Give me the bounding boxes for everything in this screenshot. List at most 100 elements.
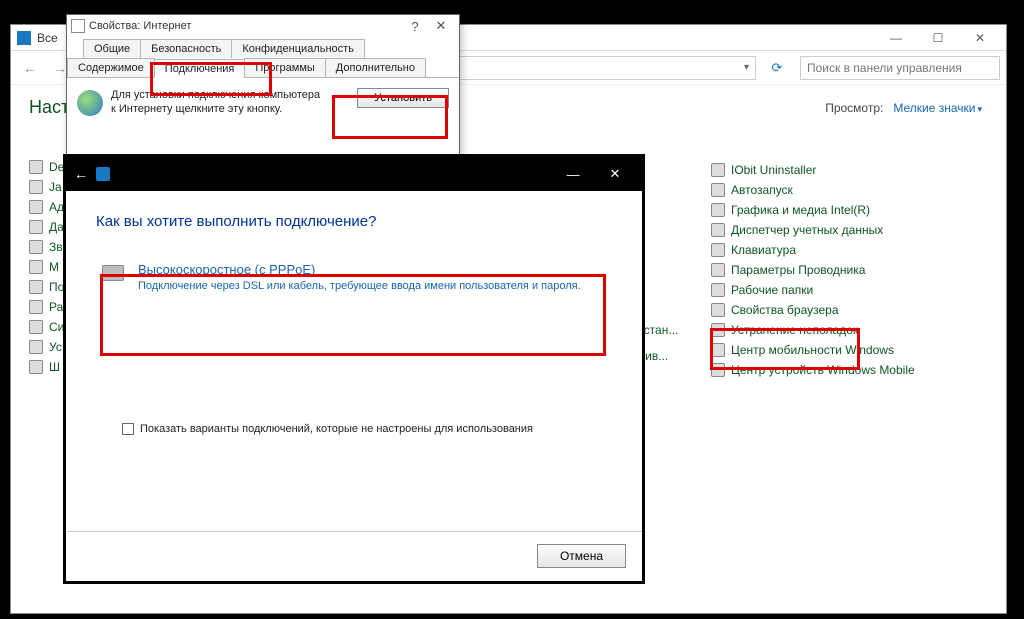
props-tab[interactable]: Подключения — [154, 59, 246, 78]
item-icon — [711, 243, 725, 257]
cp-item[interactable]: Центр устройств Windows Mobile — [711, 363, 915, 377]
cp-item[interactable]: Ш — [29, 360, 64, 374]
show-all-options-checkbox[interactable] — [122, 423, 134, 435]
item-label: Автозапуск — [731, 183, 793, 197]
cp-item[interactable]: Рабочие папки — [711, 283, 915, 297]
globe-icon — [77, 90, 103, 116]
wizard-back-button[interactable]: ← — [74, 166, 88, 182]
item-label: Свойства браузера — [731, 303, 839, 317]
item-icon — [29, 180, 43, 194]
item-label: Ад — [49, 200, 64, 214]
item-label: Диспетчер учетных данных — [731, 223, 883, 237]
refresh-button[interactable]: ⟳ — [764, 55, 790, 81]
internet-properties-dialog: Свойства: Интернет ? ✕ ОбщиеБезопасность… — [66, 14, 460, 158]
props-titlebar: Свойства: Интернет ? ✕ — [67, 15, 459, 37]
item-label: De — [49, 160, 64, 174]
item-icon — [711, 223, 725, 237]
item-icon — [29, 220, 43, 234]
cp-item[interactable]: Автозапуск — [711, 183, 915, 197]
cp-item[interactable]: Си — [29, 320, 64, 334]
cp-item[interactable]: Ус — [29, 340, 64, 354]
view-selector: Просмотр: Мелкие значки▾ — [825, 101, 982, 115]
props-tab[interactable]: Конфиденциальность — [231, 39, 365, 58]
control-panel-icon — [17, 31, 31, 45]
item-label: Ш — [49, 360, 60, 374]
item-label: М — [49, 260, 59, 274]
item-label: Си — [49, 320, 64, 334]
help-button[interactable]: ? — [403, 19, 427, 34]
cp-item[interactable]: Свойства браузера — [711, 303, 915, 317]
cancel-button[interactable]: Отмена — [537, 544, 626, 568]
maximize-button[interactable]: ☐ — [918, 26, 958, 50]
item-label: По — [49, 280, 64, 294]
address-dropdown-icon[interactable]: ▾ — [744, 62, 749, 73]
cp-item[interactable]: Зв — [29, 240, 64, 254]
props-tab[interactable]: Программы — [244, 58, 325, 77]
props-tab[interactable]: Безопасность — [140, 39, 232, 58]
item-label: Клавиатура — [731, 243, 796, 257]
item-icon — [29, 340, 43, 354]
cp-item[interactable]: Центр мобильности Windows — [711, 343, 915, 357]
wizard-minimize-button[interactable]: — — [554, 161, 592, 187]
pppoe-option-title: Высокоскоростное (с PPPoE) — [138, 262, 581, 277]
item-icon — [711, 263, 725, 277]
item-icon — [29, 240, 43, 254]
item-icon — [711, 203, 725, 217]
show-all-options-label: Показать варианты подключений, которые н… — [140, 423, 533, 435]
item-label: Ja — [49, 180, 62, 194]
close-button[interactable]: ✕ — [427, 18, 455, 34]
item-icon — [711, 343, 725, 357]
cp-item[interactable]: Ja — [29, 180, 64, 194]
cp-item[interactable]: Ра — [29, 300, 64, 314]
setup-button[interactable]: Установить — [357, 88, 449, 108]
connection-wizard-dialog: ← — ✕ Как вы хотите выполнить подключени… — [65, 156, 643, 582]
item-icon — [29, 260, 43, 274]
cp-item[interactable]: Диспетчер учетных данных — [711, 223, 915, 237]
props-tab[interactable]: Содержимое — [67, 58, 155, 77]
cp-item[interactable]: Графика и медиа Intel(R) — [711, 203, 915, 217]
view-label: Просмотр: — [825, 101, 883, 115]
item-icon — [29, 320, 43, 334]
item-label: IObit Uninstaller — [731, 163, 816, 177]
pppoe-option-subtitle: Подключение через DSL или кабель, требую… — [138, 279, 581, 293]
item-icon — [711, 163, 725, 177]
item-label: Зв — [49, 240, 63, 254]
item-icon — [29, 200, 43, 214]
props-tab[interactable]: Дополнительно — [325, 58, 426, 77]
item-label: Рабочие папки — [731, 283, 813, 297]
item-label: Ус — [49, 340, 62, 354]
cp-item[interactable]: Параметры Проводника — [711, 263, 915, 277]
cp-item[interactable]: М — [29, 260, 64, 274]
cp-item[interactable]: По — [29, 280, 64, 294]
wizard-heading: Как вы хотите выполнить подключение? — [96, 213, 612, 230]
cp-item[interactable]: Ад — [29, 200, 64, 214]
item-label: Центр мобильности Windows — [731, 343, 894, 357]
item-icon — [29, 280, 43, 294]
item-icon — [711, 323, 725, 337]
pppoe-option[interactable]: Высокоскоростное (с PPPoE) Подключение ч… — [96, 254, 612, 301]
nav-back-button[interactable]: ← — [17, 55, 43, 81]
cp-item[interactable]: De — [29, 160, 64, 174]
props-instruction: Для установки подключения компьютера к И… — [111, 88, 320, 117]
props-tab[interactable]: Общие — [83, 39, 141, 58]
item-icon — [711, 363, 725, 377]
search-placeholder: Поиск в панели управления — [807, 61, 962, 75]
cp-item[interactable]: Клавиатура — [711, 243, 915, 257]
search-input[interactable]: Поиск в панели управления — [800, 56, 1000, 80]
item-icon — [711, 283, 725, 297]
internet-options-icon — [71, 19, 85, 33]
cp-item[interactable]: Устранение неполадок — [711, 323, 915, 337]
wizard-titlebar[interactable]: ← — ✕ — [66, 157, 642, 191]
wizard-close-button[interactable]: ✕ — [596, 161, 634, 187]
cp-item[interactable]: IObit Uninstaller — [711, 163, 915, 177]
cp-item[interactable]: Да — [29, 220, 64, 234]
modem-icon — [102, 265, 124, 281]
view-value-link[interactable]: Мелкие значки▾ — [893, 101, 982, 115]
wizard-icon — [96, 167, 110, 181]
item-label: Графика и медиа Intel(R) — [731, 203, 870, 217]
item-icon — [29, 300, 43, 314]
item-icon — [711, 303, 725, 317]
minimize-button[interactable]: — — [876, 26, 916, 50]
item-icon — [711, 183, 725, 197]
close-button[interactable]: ✕ — [960, 26, 1000, 50]
